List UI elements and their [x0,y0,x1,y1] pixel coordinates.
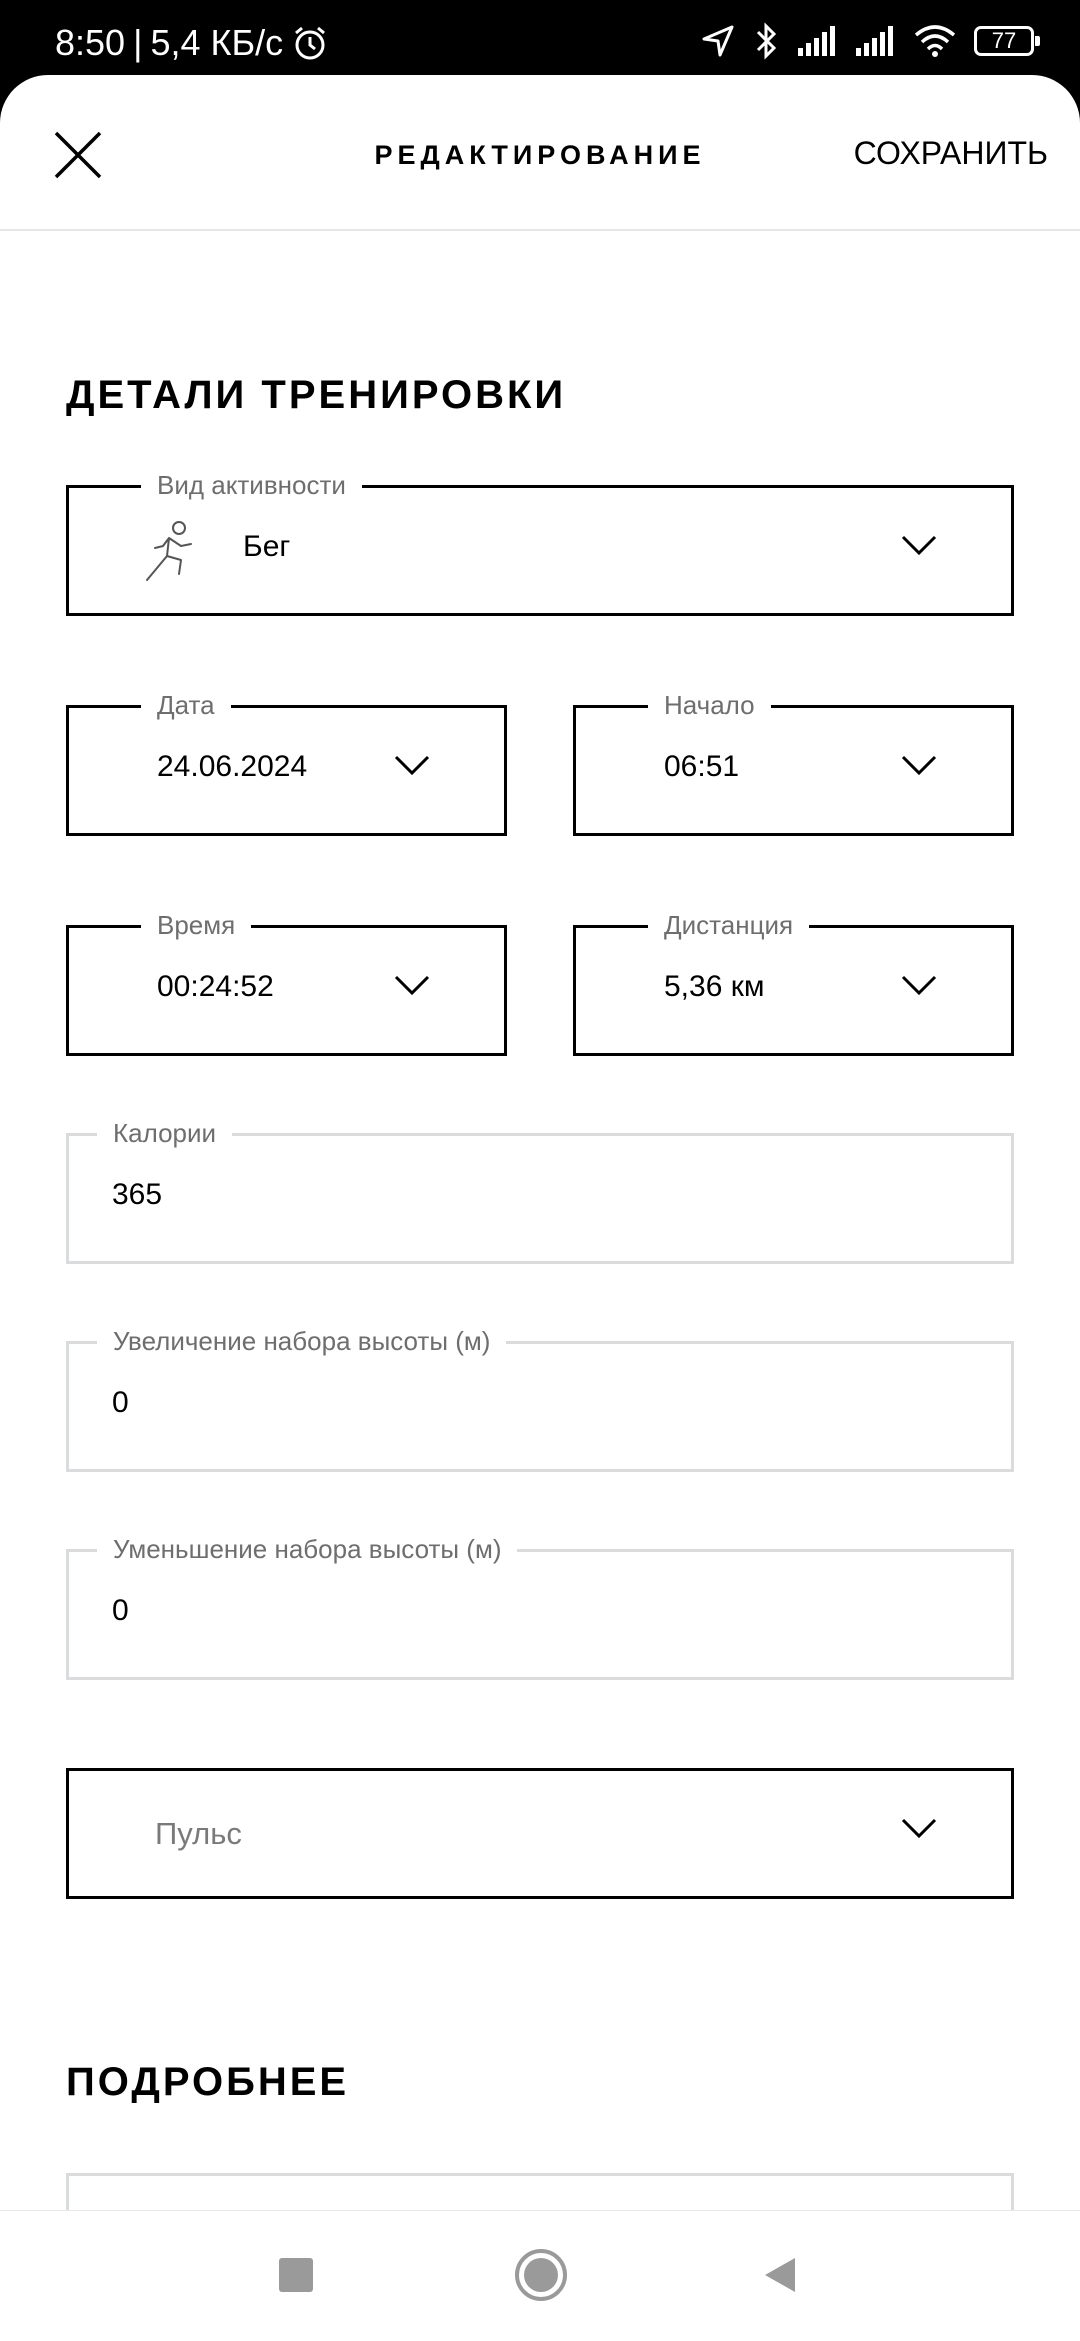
status-separator: | [133,22,143,63]
signal-icon [798,26,835,56]
distance-label: Дистанция [648,910,810,941]
save-button[interactable]: СОХРАНИТЬ [854,135,1048,172]
section-title-more: ПОДРОБНЕЕ [66,2060,350,2104]
distance-select[interactable]: Дистанция 5,36 км [573,910,1014,1056]
status-left: 8:50 | 5,4 КБ/с [55,22,329,64]
elevation-gain-input[interactable]: 0 [112,1386,129,1420]
battery-icon: 77 [974,26,1040,56]
edit-workout-sheet: РЕДАКТИРОВАНИЕ СОХРАНИТЬ ДЕТАЛИ ТРЕНИРОВ… [0,75,1080,2340]
calories-input[interactable]: 365 [112,1178,162,1212]
running-icon [146,521,192,581]
system-nav-bar [0,2210,1080,2341]
top-app-bar: РЕДАКТИРОВАНИЕ СОХРАНИТЬ [0,75,1080,231]
alarm-icon [295,26,326,60]
date-label: Дата [141,690,231,721]
location-arrow-icon [702,25,734,57]
chevron-down-icon [394,975,430,996]
back-icon[interactable] [763,2256,797,2294]
chevron-down-icon [901,755,937,776]
section-title-workout-details: ДЕТАЛИ ТРЕНИРОВКИ [66,373,567,417]
elevation-gain-field[interactable]: Увеличение набора высоты (м) 0 [66,1326,1014,1472]
pulse-placeholder: Пульс [155,1816,242,1851]
activity-type-value: Бег [243,530,291,563]
status-time: 8:50 [55,22,126,63]
signal-icon [856,26,893,56]
elevation-loss-label: Уменьшение набора высоты (м) [97,1534,518,1565]
date-select[interactable]: Дата 24.06.2024 [66,690,507,836]
network-speed: 5,4 КБ/с [150,22,284,63]
duration-label: Время [141,910,252,941]
duration-select[interactable]: Время 00:24:52 [66,910,507,1056]
calories-field[interactable]: Калории 365 [66,1118,1014,1264]
home-icon[interactable] [515,2249,567,2301]
elevation-gain-label: Увеличение набора высоты (м) [97,1326,507,1357]
calories-label: Калории [97,1118,233,1149]
status-right: 77 [700,22,1040,60]
wifi-icon [914,25,956,57]
duration-value: 00:24:52 [157,970,274,1003]
activity-type-label: Вид активности [141,470,362,501]
chevron-down-icon [901,535,937,556]
elevation-loss-input[interactable]: 0 [112,1594,129,1628]
bluetooth-icon [756,22,777,60]
pulse-select[interactable]: Пульс [66,1768,1014,1899]
chevron-down-icon [901,975,937,996]
recent-apps-icon[interactable] [279,2258,313,2292]
chevron-down-icon [394,755,430,776]
start-time-value: 06:51 [664,750,740,783]
date-value: 24.06.2024 [157,750,308,783]
elevation-loss-field[interactable]: Уменьшение набора высоты (м) 0 [66,1534,1014,1680]
chevron-down-icon [901,1818,937,1839]
start-time-select[interactable]: Начало 06:51 [573,690,1014,836]
activity-type-select[interactable]: Вид активности Бег [66,470,1014,616]
distance-value: 5,36 км [664,970,765,1003]
battery-level: 77 [991,28,1017,53]
start-time-label: Начало [648,690,771,721]
